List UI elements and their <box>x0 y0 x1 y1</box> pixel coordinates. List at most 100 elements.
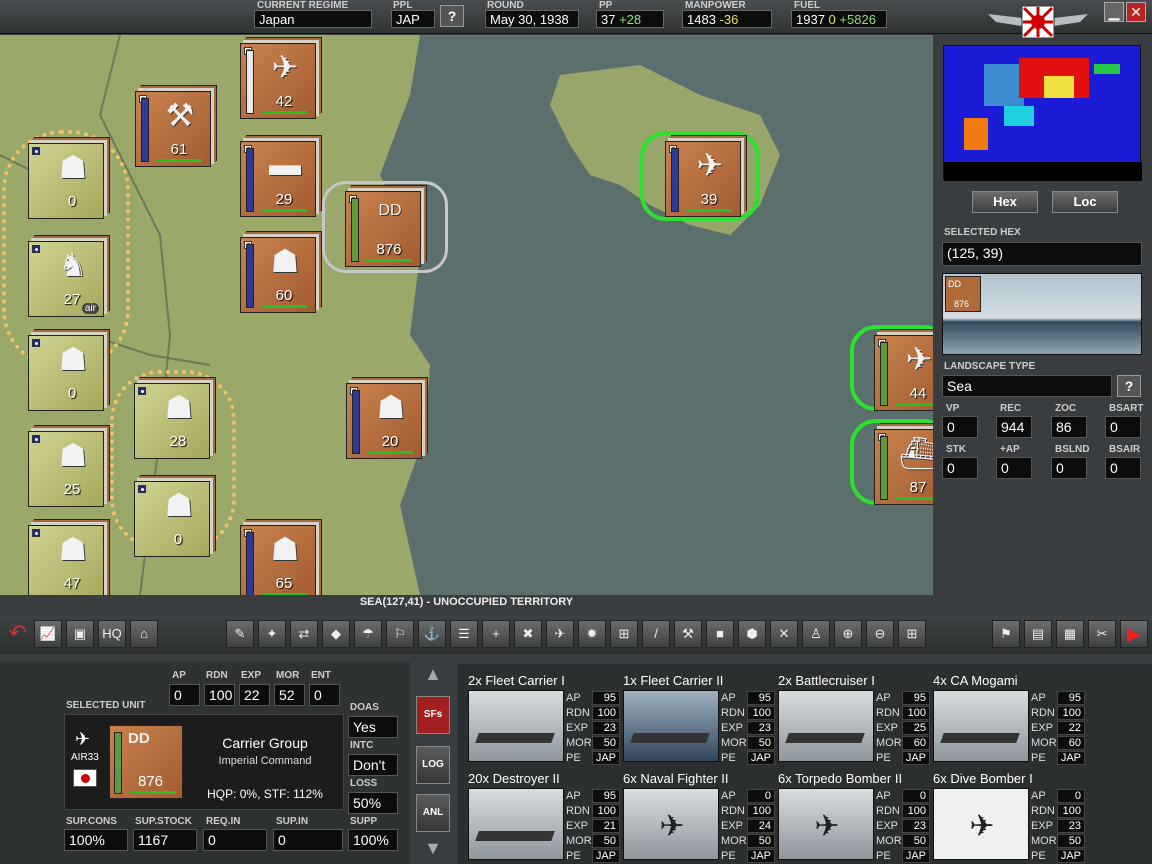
stat-key: MOR <box>566 736 592 749</box>
ap-stat-label: AP <box>172 670 186 681</box>
hex-map[interactable]: ✈ 42 ⚒ 61 ▬ 29 DD 876 ✈ 39 ☗ 60 ☗ 0 ♞ 27 air ☗ 0 ☗… <box>0 35 933 595</box>
map-unit[interactable]: ☗ 60 <box>240 237 316 313</box>
paradrop-button[interactable]: ☂ <box>354 620 382 648</box>
map-unit[interactable]: ⚒ 61 <box>135 91 211 167</box>
loss-value[interactable]: 50% <box>348 792 398 814</box>
subunit-photo <box>468 690 564 762</box>
subunit-card[interactable]: 4x CA Mogami AP 95 RDN 100 EXP 22 MOR 60 PE J… <box>923 668 1085 765</box>
hq-assign-button[interactable]: ◆ <box>322 620 350 648</box>
help-button[interactable]: ? <box>440 5 464 27</box>
bombard-button[interactable]: ✹ <box>578 620 606 648</box>
zoom-in-button[interactable]: ⊕ <box>834 620 862 648</box>
health-bar <box>261 209 307 212</box>
sub-formations-panel: 2x Fleet Carrier I AP 95 RDN 100 EXP 23 MOR… <box>458 664 1152 864</box>
anl-button[interactable]: ANL <box>416 794 450 832</box>
map-unit-selected[interactable]: DD 876 <box>345 191 421 267</box>
tools-button[interactable]: ✂ <box>1088 620 1116 648</box>
map-unit[interactable]: ⛴ 87 <box>874 429 933 505</box>
hq-button[interactable]: HQ <box>98 620 126 648</box>
rail-button[interactable]: ⊞ <box>610 620 638 648</box>
map-unit[interactable]: ✈ 39 <box>665 141 741 217</box>
transfer-button[interactable]: ⇄ <box>290 620 318 648</box>
stat-key: RDN <box>721 804 745 817</box>
minimap-region <box>1044 76 1074 98</box>
log-button[interactable]: LOG <box>416 746 450 784</box>
disband-button[interactable]: ✖ <box>514 620 542 648</box>
subunit-card[interactable]: 6x Dive Bomber I ✈ AP 0 RDN 100 EXP 23 MOR 5… <box>923 766 1085 863</box>
subunit-stats: AP 95 RDN 100 EXP 25 MOR 60 PE JAP <box>876 690 930 765</box>
map-unit[interactable]: ☗ 0 <box>28 143 104 219</box>
map-unit[interactable]: ☗ 0 <box>28 335 104 411</box>
hex-overlay-button[interactable]: ⬢ <box>738 620 766 648</box>
fuel-delta: +5826 <box>839 12 876 27</box>
subunit-card[interactable]: 1x Fleet Carrier II AP 95 RDN 100 EXP 23 MO… <box>613 668 775 765</box>
landscape-help-button[interactable]: ? <box>1117 375 1141 397</box>
subunit-photo: ✈ <box>933 788 1029 860</box>
rdn-stat-value: 100 <box>204 684 235 706</box>
bsair-label: BSAIR <box>1109 444 1141 455</box>
map-unit[interactable]: ☗ 0 <box>134 481 210 557</box>
scroll-up-icon[interactable]: ▲ <box>416 664 450 688</box>
road-button[interactable]: / <box>642 620 670 648</box>
map-unit[interactable]: ✈ 42 <box>240 43 316 119</box>
subunit-photo <box>623 690 719 762</box>
map-unit[interactable]: ✈ 44 <box>874 335 933 411</box>
attack-button[interactable]: ✎ <box>226 620 254 648</box>
hex-button[interactable]: Hex <box>972 191 1038 213</box>
doas-value[interactable]: Yes <box>348 716 398 738</box>
undo-button[interactable]: ↶ <box>4 620 32 648</box>
scroll-down-icon[interactable]: ▼ <box>416 838 450 862</box>
subunit-card[interactable]: 20x Destroyer II AP 95 RDN 100 EXP 21 MOR 50… <box>458 766 620 863</box>
intc-value[interactable]: Don't <box>348 754 398 776</box>
air-tag: air <box>81 303 99 314</box>
map-unit[interactable]: ♞ 27 air <box>28 241 104 317</box>
world-minimap[interactable] <box>943 45 1142 181</box>
infantry-icon: ☗ <box>270 243 300 279</box>
supply-button[interactable]: ✦ <box>258 620 286 648</box>
flag-button[interactable]: ⚑ <box>992 620 1020 648</box>
subunit-stats: AP 0 RDN 100 EXP 23 MOR 50 PE JAP <box>876 788 930 863</box>
map-unit[interactable]: ☗ 25 <box>28 431 104 507</box>
loc-button[interactable]: Loc <box>1052 191 1118 213</box>
subunit-name: 4x CA Mogami <box>933 673 1018 688</box>
add-unit-button[interactable]: + <box>482 620 510 648</box>
exp-stat-value: 22 <box>239 684 270 706</box>
build-button[interactable]: ⚒ <box>674 620 702 648</box>
china-flag-icon <box>32 245 40 253</box>
subunit-card[interactable]: 2x Fleet Carrier I AP 95 RDN 100 EXP 23 MOR… <box>458 668 620 765</box>
minimize-button[interactable]: ▁ <box>1104 2 1124 22</box>
airborne-button[interactable]: ⚐ <box>386 620 414 648</box>
stat-exp: 23 <box>1057 818 1085 833</box>
zoom-out-button[interactable]: ⊖ <box>866 620 894 648</box>
sfs-button[interactable]: SFs <box>416 696 450 734</box>
map-editor-button[interactable]: ▦ <box>1056 620 1084 648</box>
map-unit[interactable]: ☗ 47 <box>28 525 104 595</box>
counter-type: DD <box>128 730 150 747</box>
end-turn-button[interactable]: ▶ <box>1120 620 1148 648</box>
map-unit[interactable]: ☗ 65 <box>240 525 316 595</box>
fortify-button[interactable]: ■ <box>706 620 734 648</box>
book-button[interactable]: ▤ <box>1024 620 1052 648</box>
unit-strength: 65 <box>275 575 293 592</box>
subunit-card[interactable]: 6x Torpedo Bomber II ✈ AP 0 RDN 100 EXP 23 … <box>768 766 930 863</box>
stats-chart-button[interactable]: 📈 <box>34 620 62 648</box>
close-button[interactable]: ✕ <box>1126 2 1146 22</box>
ap-stat-value: 0 <box>169 684 200 706</box>
rising-sun-emblem-icon <box>988 4 1088 40</box>
move-button[interactable]: ♙ <box>802 620 830 648</box>
infantry-icon: ☗ <box>58 341 88 377</box>
subunit-card[interactable]: 2x Battlecruiser I AP 95 RDN 100 EXP 25 MOR… <box>768 668 930 765</box>
strategic-button[interactable]: ☰ <box>450 620 478 648</box>
computer-button[interactable]: ▣ <box>66 620 94 648</box>
subunit-card[interactable]: 6x Naval Fighter II ✈ AP 0 RDN 100 EXP 24 M… <box>613 766 775 863</box>
grid-toggle-button[interactable]: ⊞ <box>898 620 926 648</box>
air-strike-button[interactable]: ✈ <box>546 620 574 648</box>
cancel-order-button[interactable]: ✕ <box>770 620 798 648</box>
map-unit[interactable]: ☗ 28 <box>134 383 210 459</box>
naval-button[interactable]: ⚓ <box>418 620 446 648</box>
map-unit[interactable]: ☗ 20 <box>346 383 422 459</box>
production-button[interactable]: ⌂ <box>130 620 158 648</box>
subunit-photo: ✈ <box>623 788 719 860</box>
pp-delta: +28 <box>619 12 642 27</box>
map-unit[interactable]: ▬ 29 <box>240 141 316 217</box>
